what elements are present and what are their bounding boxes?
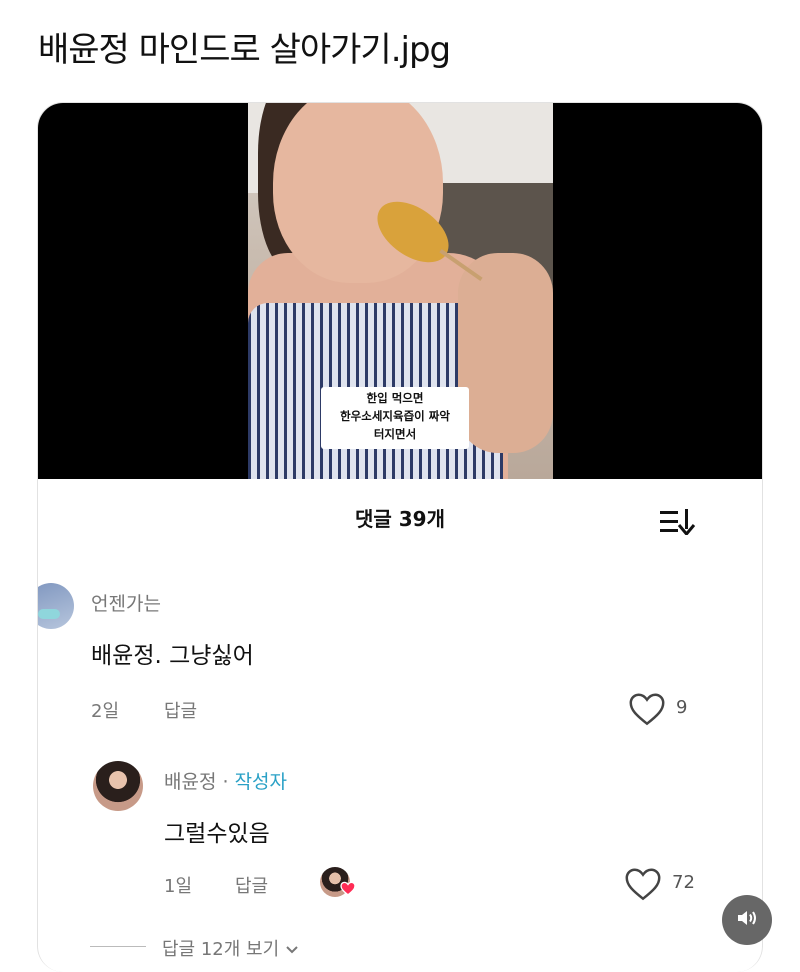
video-caption-line: 한입 먹으면 — [366, 391, 424, 405]
like-count: 72 — [672, 872, 695, 893]
avatar[interactable] — [38, 583, 74, 629]
speaker-icon — [735, 907, 759, 933]
view-replies-button[interactable]: 답글 12개 보기 — [162, 935, 299, 961]
like-heart-icon[interactable] — [628, 692, 666, 730]
creator-liked-heart-icon — [340, 881, 356, 900]
divider — [90, 946, 146, 947]
comment-time: 1일 — [164, 876, 193, 897]
video-frame[interactable]: 한입 먹으면 한우소세지육즙이 짜악 터지면서 — [248, 103, 553, 479]
chevron-down-icon — [285, 939, 299, 960]
author-badge: 작성자 — [234, 771, 288, 793]
comment-text: 배윤정. 그냥싫어 — [91, 643, 254, 669]
reply-button[interactable]: 답글 — [164, 697, 197, 723]
comment-username[interactable]: 언젠가는 — [91, 589, 161, 616]
comment-username[interactable]: 배윤정 — [164, 771, 216, 793]
comment-time: 2일 — [91, 701, 120, 722]
video-caption: 한입 먹으면 한우소세지육즙이 짜악 터지면서 — [321, 387, 469, 449]
comment-username-line: 배윤정 · 작성자 — [164, 767, 287, 794]
comments-sheet: 한입 먹으면 한우소세지육즙이 짜악 터지면서 댓글 39개 언젠가는 배윤정.… — [37, 102, 763, 972]
view-replies-label: 답글 12개 보기 — [162, 939, 280, 960]
comments-count-header: 댓글 39개 — [355, 507, 445, 531]
sort-icon[interactable] — [660, 509, 698, 539]
video-caption-line: 한우소세지육즙이 짜악 — [340, 409, 450, 423]
sound-button[interactable] — [722, 895, 772, 945]
avatar[interactable] — [93, 761, 143, 811]
post-title: 배윤정 마인드로 살아가기.jpg — [38, 30, 451, 70]
username-separator: · — [216, 771, 235, 793]
video-person-arm — [458, 253, 553, 453]
comment-text: 그럴수있음 — [164, 821, 270, 847]
video-caption-line: 터지면서 — [373, 427, 417, 441]
like-count: 9 — [676, 697, 688, 718]
video-player[interactable]: 한입 먹으면 한우소세지육즙이 짜악 터지면서 — [38, 103, 762, 479]
like-heart-icon[interactable] — [624, 867, 662, 905]
reply-button[interactable]: 답글 — [235, 872, 268, 898]
